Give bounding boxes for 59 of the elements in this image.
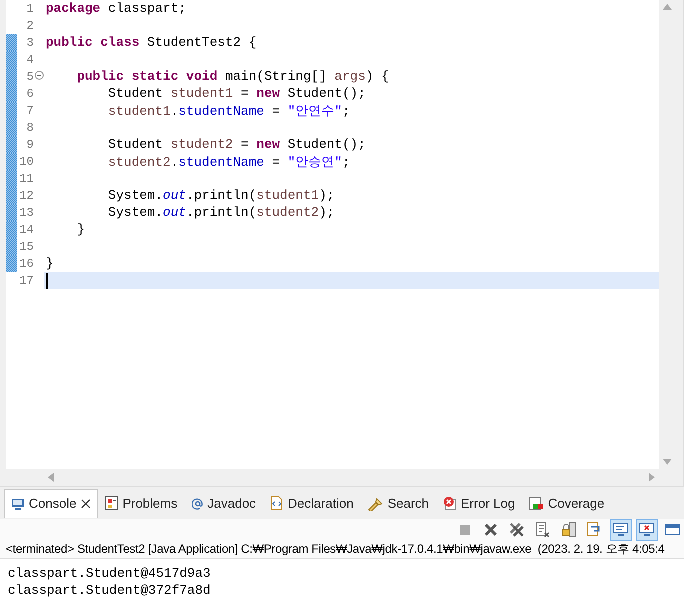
code-line: }	[46, 256, 54, 271]
view-tab[interactable]: Error Log	[436, 488, 522, 518]
line-number: 16	[20, 256, 34, 270]
line-number: 5	[26, 70, 34, 84]
line-number: 7	[26, 104, 34, 118]
text-cursor	[46, 272, 48, 288]
lock-icon	[561, 522, 577, 538]
code-line: Student student2 = new Student();	[107, 137, 366, 152]
line-number: 10	[20, 154, 34, 168]
console-status: <terminated> StudentTest2 [Java Application] C:₩Program Files₩Java₩jdk-17.0.4.1₩bin₩javaw.exe (2023. 2. 19. 오후 4:05:4	[6, 541, 665, 558]
view-tab[interactable]: Console	[4, 488, 98, 518]
line-number: 15	[20, 240, 34, 254]
view-tab[interactable]: Coverage	[522, 488, 612, 518]
close-icon[interactable]	[80, 498, 91, 508]
code-line: System.out.println(student2);	[107, 205, 335, 220]
window-icon	[665, 522, 681, 538]
toolbar-button[interactable]	[610, 519, 632, 541]
code-line: public class StudentTest2 {	[46, 35, 257, 50]
line-number: 1	[26, 2, 34, 16]
code-line: student2.studentName = "안승연";	[107, 154, 350, 170]
line-number: 9	[26, 138, 34, 152]
line-number: 2	[26, 18, 34, 32]
clipboard-icon	[104, 496, 119, 511]
flashlight-icon	[368, 496, 384, 510]
view-tab[interactable]: Problems	[98, 488, 185, 518]
line-number: 4	[26, 52, 34, 66]
code-line: package classpart;	[46, 1, 186, 16]
view-tab[interactable]: Javadoc	[184, 488, 264, 518]
stop-icon	[457, 522, 473, 538]
line-number: 6	[26, 86, 34, 100]
report-icon	[529, 496, 544, 510]
line-number: 12	[20, 188, 34, 202]
line-number: 11	[20, 172, 34, 186]
double-close-icon	[509, 522, 525, 538]
close-icon	[483, 522, 499, 538]
code-line: student1.studentName = "안연수";	[107, 102, 350, 120]
error-icon	[443, 496, 458, 511]
view-tab[interactable]: Search	[360, 488, 436, 518]
collapse-icon[interactable]	[35, 71, 44, 80]
wrap-document-icon	[587, 522, 603, 538]
console-output-line: classpart.Student@372f7a8d	[8, 582, 212, 599]
code-line: public static void main(String[] args) {	[76, 69, 390, 84]
at-sign-icon	[192, 498, 204, 510]
document-icon	[270, 496, 284, 511]
line-number: 14	[20, 222, 34, 236]
line-number: 13	[20, 206, 34, 220]
clear-document-icon	[535, 522, 551, 538]
code-line: Student student1 = new Student();	[107, 86, 366, 101]
code-line: System.out.println(student1);	[107, 188, 335, 203]
monitor-icon	[613, 522, 629, 538]
view-tab[interactable]: Declaration	[263, 488, 361, 518]
console-output-line: classpart.Student@4517d9a3	[8, 565, 212, 582]
line-number: 17	[20, 274, 34, 288]
monitor-error-icon	[639, 522, 655, 538]
toolbar-button[interactable]	[636, 519, 658, 541]
line-number: 8	[26, 120, 34, 134]
monitor-icon	[11, 496, 25, 510]
line-number: 3	[26, 36, 34, 50]
code-line: }	[76, 222, 86, 237]
